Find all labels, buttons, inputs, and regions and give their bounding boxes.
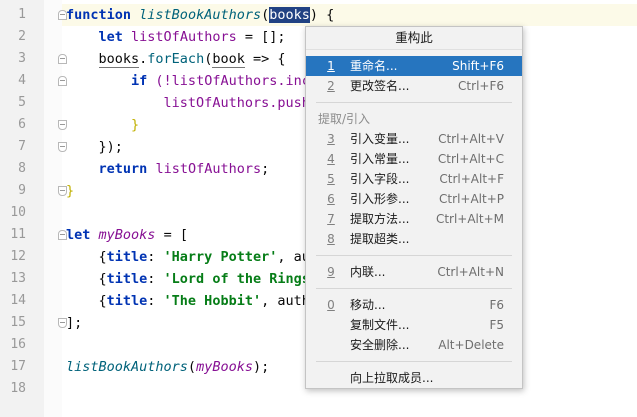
menu-item-shortcut: Ctrl+Alt+V (438, 132, 504, 146)
line-number: 8 (18, 161, 26, 176)
menu-item-extract-method[interactable]: 7 提取方法... Ctrl+Alt+M (306, 209, 522, 229)
menu-item-label: 引入字段... (350, 172, 410, 186)
menu-item-inline[interactable]: 9 内联... Ctrl+Alt+N (306, 262, 522, 282)
menu-item-label: 更改签名... (350, 79, 410, 93)
menu-item-rename[interactable]: 1 重命名... Shift+F6 (306, 56, 522, 76)
keyword: function (66, 7, 132, 23)
menu-item-move[interactable]: 0 移动... F6 (306, 295, 522, 315)
menu-title: 重构此 (306, 27, 522, 50)
menu-item-label: 提取超类... (350, 232, 410, 246)
menu-item-label: 安全删除... (350, 338, 410, 352)
mnemonic: 7 (327, 212, 335, 226)
menu-item-extract-superclass[interactable]: 8 提取超类... (306, 229, 522, 249)
line-number: 6 (18, 117, 26, 132)
menu-item-label: 提取方法... (350, 212, 410, 226)
code-line-1: function listBookAuthors(books) { (66, 7, 335, 23)
mnemonic: 0 (327, 298, 335, 312)
menu-separator (316, 255, 512, 256)
line-number: 14 (10, 293, 26, 308)
mnemonic: 6 (327, 192, 335, 206)
line-number: 5 (18, 95, 26, 110)
menu-item-copy-file[interactable]: 复制文件... F5 (306, 315, 522, 335)
mnemonic: 1 (327, 59, 335, 73)
menu-item-label: 重命名... (350, 59, 398, 73)
menu-item-label: 引入变量... (350, 132, 410, 146)
menu-item-safe-delete[interactable]: 安全删除... Alt+Delete (306, 335, 522, 355)
function-name: listBookAuthors (139, 7, 262, 23)
menu-item-introduce-parameter[interactable]: 6 引入形参... Ctrl+Alt+P (306, 189, 522, 209)
menu-item-introduce-field[interactable]: 5 引入字段... Ctrl+Alt+F (306, 169, 522, 189)
menu-item-shortcut: Ctrl+F6 (458, 79, 504, 93)
line-numbers: 1 2 3 4 5 6 7 8 9 10 11 12 13 14 15 16 1… (0, 4, 26, 400)
menu-item-label: 移动... (350, 298, 386, 312)
menu-item-shortcut: Ctrl+Alt+C (437, 152, 504, 166)
mnemonic: 4 (327, 152, 335, 166)
menu-separator (316, 288, 512, 289)
menu-item-shortcut: Alt+Delete (438, 338, 504, 352)
menu-group-label: 提取/引入 (318, 112, 371, 126)
menu-item-label: 向上拉取成员... (350, 371, 434, 385)
menu-item-shortcut: Ctrl+Alt+M (435, 212, 504, 226)
line-number: 4 (18, 73, 26, 88)
line-number: 2 (18, 29, 26, 44)
menu-item-shortcut: Shift+F6 (452, 59, 504, 73)
selected-parameter: books (269, 7, 310, 23)
mnemonic: 3 (327, 132, 335, 146)
line-number: 1 (18, 7, 26, 22)
menu-item-label: 引入常量... (350, 152, 410, 166)
line-number: 15 (10, 315, 26, 330)
menu-item-shortcut: Ctrl+Alt+N (437, 265, 504, 279)
editor-gutter: 1 2 3 4 5 6 7 8 9 10 11 12 13 14 15 16 1… (0, 0, 45, 417)
menu-item-shortcut: F5 (489, 318, 504, 332)
line-number: 17 (10, 359, 26, 374)
mnemonic: 5 (327, 172, 335, 186)
menu-item-change-signature[interactable]: 2 更改签名... Ctrl+F6 (306, 76, 522, 96)
line-number: 9 (18, 183, 26, 198)
menu-item-label: 引入形参... (350, 192, 410, 206)
menu-item-pull-members-up[interactable]: 向上拉取成员... (306, 368, 522, 388)
menu-item-shortcut: Ctrl+Alt+P (439, 192, 504, 206)
line-number: 7 (18, 139, 26, 154)
line-number: 10 (10, 205, 26, 220)
line-number: 3 (18, 51, 26, 66)
line-number: 11 (10, 227, 26, 242)
menu-item-label: 复制文件... (350, 318, 410, 332)
mnemonic: 2 (327, 79, 335, 93)
menu-item-label: 内联... (350, 265, 386, 279)
menu-item-shortcut: F6 (489, 298, 504, 312)
menu-separator (316, 361, 512, 362)
menu-item-shortcut: Ctrl+Alt+F (439, 172, 504, 186)
refactor-popup-menu: 重构此 1 重命名... Shift+F6 2 更改签名... Ctrl+F6 … (305, 26, 523, 389)
mnemonic: 9 (327, 265, 335, 279)
menu-item-introduce-constant[interactable]: 4 引入常量... Ctrl+Alt+C (306, 149, 522, 169)
line-number: 16 (10, 337, 26, 352)
line-number: 12 (10, 249, 26, 264)
mnemonic: 8 (327, 232, 335, 246)
line-number: 13 (10, 271, 26, 286)
menu-separator (316, 102, 512, 103)
menu-item-introduce-variable[interactable]: 3 引入变量... Ctrl+Alt+V (306, 129, 522, 149)
line-number: 18 (10, 381, 26, 396)
